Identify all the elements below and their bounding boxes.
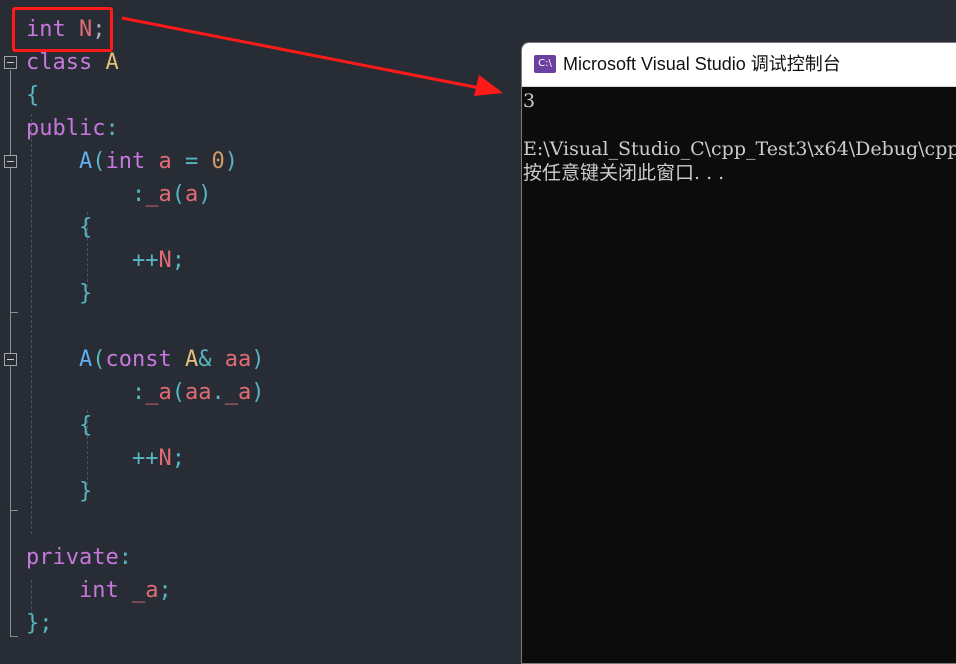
- console-output-line: E:\Visual_Studio_C\cpp_Test3\x64\Debug\c…: [523, 138, 956, 160]
- console-output[interactable]: 3 E:\Visual_Studio_C\cpp_Test3\x64\Debug…: [522, 87, 956, 663]
- arrow-head: [474, 75, 503, 96]
- console-title: Microsoft Visual Studio 调试控制台: [563, 54, 841, 74]
- debug-console-window[interactable]: C:\ Microsoft Visual Studio 调试控制台 3 E:\V…: [521, 42, 956, 664]
- arrow-shaft: [121, 16, 491, 92]
- console-titlebar[interactable]: C:\ Microsoft Visual Studio 调试控制台: [522, 43, 956, 87]
- console-output-line: 3: [523, 90, 536, 112]
- console-app-icon: C:\: [534, 55, 556, 73]
- console-output-line: 按任意键关闭此窗口. . .: [523, 162, 725, 184]
